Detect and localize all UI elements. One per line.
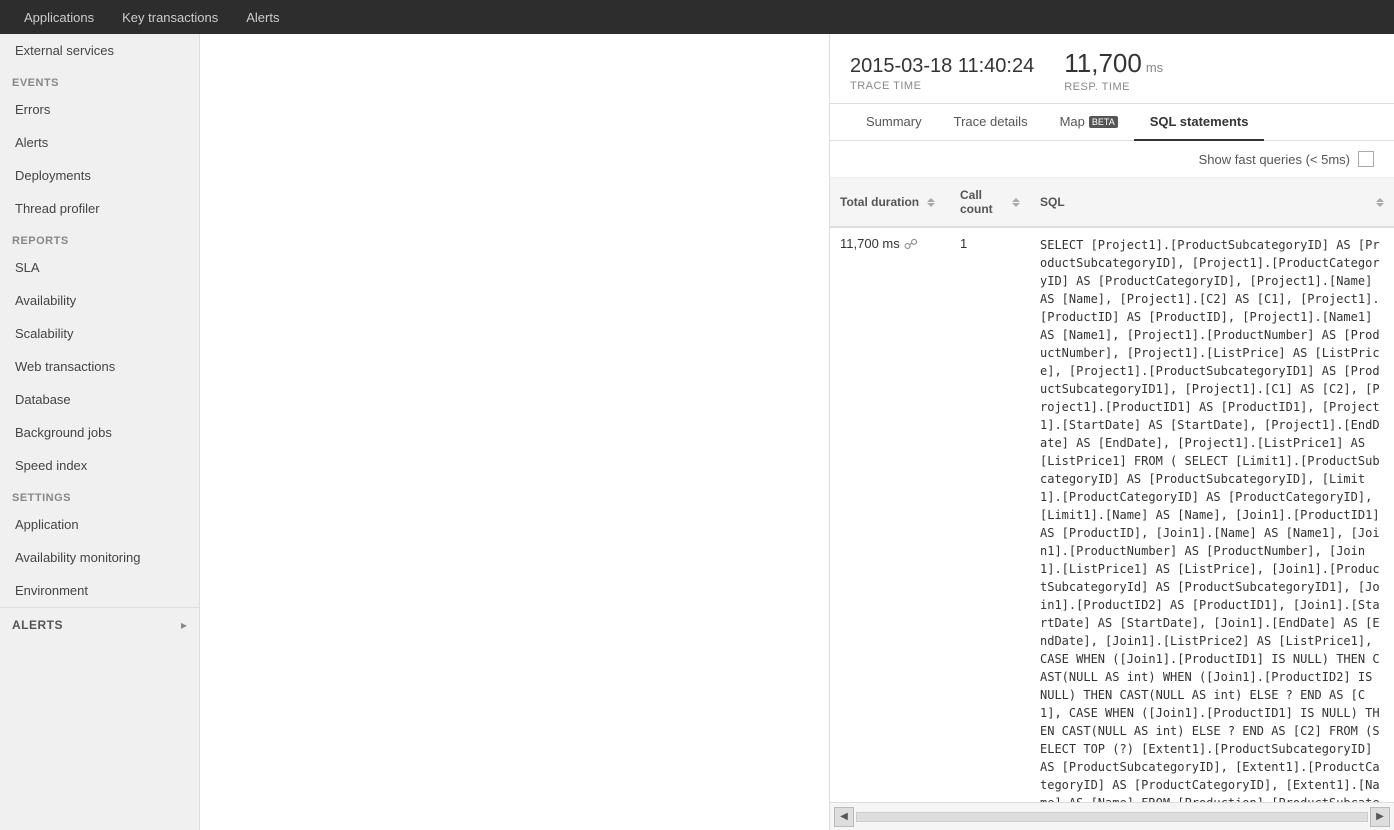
col-header-duration[interactable]: Total duration [830,184,950,220]
nav-item-alerts[interactable]: Alerts [232,0,293,34]
filter-checkbox[interactable] [1358,151,1374,167]
trace-resp-row: 11,700 ms [1064,48,1163,79]
sort-icon-duration [927,198,935,207]
tab-sql-statements[interactable]: SQL statements [1134,104,1265,141]
sidebar-item-alerts[interactable]: Alerts [0,126,199,159]
sidebar-item-deployments[interactable]: Deployments [0,159,199,192]
cell-sql[interactable]: SELECT [Project1].[ProductSubcategoryID]… [1030,228,1394,802]
trace-header: 2015-03-18 11:40:24 TRACE TIME 11,700 ms… [830,34,1394,104]
alerts-footer[interactable]: ALERTS ▸ [0,607,199,642]
tab-map[interactable]: MapBETA [1044,104,1134,141]
right-panel: 2015-03-18 11:40:24 TRACE TIME 11,700 ms… [830,34,1394,830]
sql-text: SELECT [Project1].[ProductSubcategoryID]… [1040,238,1380,802]
sidebar-section-reports: REPORTS [0,225,199,251]
sidebar: External services EVENTS Errors Alerts D… [0,34,200,830]
sort-icon-callcount [1012,198,1020,207]
sidebar-item-speed-index[interactable]: Speed index [0,449,199,482]
trace-timestamp: 2015-03-18 11:40:24 [850,55,1034,78]
left-panel [200,34,830,830]
filter-row: Show fast queries (< 5ms) [830,141,1394,178]
sidebar-item-thread-profiler[interactable]: Thread profiler [0,192,199,225]
sidebar-item-errors[interactable]: Errors [0,93,199,126]
sidebar-item-availability-monitoring[interactable]: Availability monitoring [0,541,199,574]
tab-trace-details[interactable]: Trace details [938,104,1044,141]
scroll-left-button[interactable]: ◀ [834,807,854,827]
sidebar-item-background-jobs[interactable]: Background jobs [0,416,199,449]
sidebar-item-availability[interactable]: Availability [0,284,199,317]
sort-icon-sql [1376,198,1384,207]
sidebar-item-database[interactable]: Database [0,383,199,416]
nav-item-key-transactions[interactable]: Key transactions [108,0,232,34]
content-area: 2015-03-18 11:40:24 TRACE TIME 11,700 ms… [200,34,1394,830]
alerts-footer-chevron-icon: ▸ [181,618,187,632]
sidebar-item-web-transactions[interactable]: Web transactions [0,350,199,383]
tabs-row: Summary Trace details MapBETA SQL statem… [830,104,1394,141]
col-header-sql[interactable]: SQL [1030,184,1394,220]
sidebar-item-sla[interactable]: SLA [0,251,199,284]
cell-duration: 11,700 ms ☍ [830,228,950,261]
sidebar-item-scalability[interactable]: Scalability [0,317,199,350]
query-icon: ☍ [904,236,918,253]
nav-item-applications[interactable]: Applications [10,0,108,34]
scroll-right-button[interactable]: ▶ [1370,807,1390,827]
col-header-callcount[interactable]: Call count [950,184,1030,220]
trace-time-label: TRACE TIME [850,80,1034,92]
top-nav: Applications Key transactions Alerts [0,0,1394,34]
sidebar-section-settings: SETTINGS [0,482,199,508]
trace-resp-value: 11,700 [1064,48,1142,79]
duration-value: 11,700 ms [840,236,900,251]
bottom-scrollbar: ◀ ▶ [830,802,1394,830]
beta-badge: BETA [1089,116,1118,128]
trace-resp-unit: ms [1146,60,1163,75]
sidebar-item-environment[interactable]: Environment [0,574,199,607]
sidebar-section-events: EVENTS [0,67,199,93]
sidebar-item-external-services[interactable]: External services [0,34,199,67]
sql-table: Total duration Call count [830,178,1394,802]
cell-callcount: 1 [950,228,1030,259]
sql-table-body: 11,700 ms ☍ 1 SELECT [Project1].[Product… [830,228,1394,802]
sidebar-item-application[interactable]: Application [0,508,199,541]
trace-resp-label: RESP. TIME [1064,81,1163,93]
tab-summary[interactable]: Summary [850,104,938,141]
alerts-footer-label: ALERTS [12,618,63,632]
sql-table-header: Total duration Call count [830,178,1394,228]
filter-label: Show fast queries (< 5ms) [1199,152,1350,167]
scroll-track[interactable] [856,812,1368,822]
table-row: 11,700 ms ☍ 1 SELECT [Project1].[Product… [830,228,1394,802]
